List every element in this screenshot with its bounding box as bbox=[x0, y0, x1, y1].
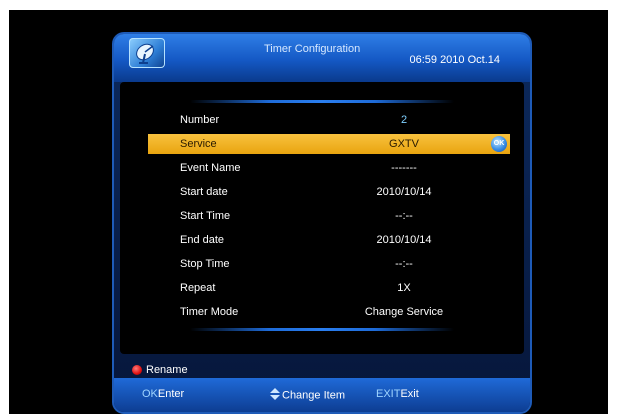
satellite-dish-icon bbox=[129, 38, 165, 68]
up-down-arrows-icon bbox=[270, 388, 280, 403]
top-separator bbox=[190, 100, 454, 103]
dialog-header: Timer Configuration 06:59 2010 Oct.14 bbox=[114, 34, 530, 82]
row-label: Start date bbox=[180, 186, 228, 198]
timer-configuration-dialog: Timer Configuration 06:59 2010 Oct.14 Nu… bbox=[112, 32, 532, 414]
change-item-label: Change Item bbox=[282, 389, 345, 402]
clock-display: 06:59 2010 Oct.14 bbox=[409, 54, 500, 66]
ok-key-label: OK bbox=[142, 388, 158, 400]
row-start-time[interactable]: Start Time --:-- bbox=[148, 206, 510, 226]
row-value: GXTV bbox=[389, 138, 419, 150]
ok-badge-icon[interactable]: OK bbox=[491, 136, 507, 152]
bottom-separator bbox=[190, 328, 454, 331]
ok-enter-hint[interactable]: OKEnter bbox=[142, 388, 184, 400]
row-label: End date bbox=[180, 234, 225, 246]
settings-area: Number 2 Service GXTV OK Event Name ----… bbox=[120, 82, 524, 354]
row-service[interactable]: Service GXTV OK bbox=[148, 134, 510, 154]
row-label: Service bbox=[180, 138, 217, 150]
change-item-hint[interactable]: Change Item bbox=[270, 388, 345, 403]
row-value: 2010/10/14 bbox=[376, 234, 432, 246]
exit-key-label: EXIT bbox=[376, 388, 401, 400]
row-value: ------- bbox=[391, 162, 417, 174]
rename-label: Rename bbox=[146, 364, 188, 376]
row-stop-time[interactable]: Stop Time --:-- bbox=[148, 254, 510, 274]
row-start-date[interactable]: Start date 2010/10/14 bbox=[148, 182, 510, 202]
row-end-date[interactable]: End date 2010/10/14 bbox=[148, 230, 510, 250]
key-hints-bar: OKEnter Change Item EXITExit bbox=[114, 378, 530, 412]
row-label: Stop Time bbox=[180, 258, 230, 270]
row-value: --:-- bbox=[395, 258, 413, 270]
row-repeat[interactable]: Repeat 1X bbox=[148, 278, 510, 298]
exit-label: Exit bbox=[400, 388, 419, 400]
red-button-icon bbox=[132, 365, 142, 375]
row-label: Repeat bbox=[180, 282, 216, 294]
exit-hint[interactable]: EXITExit bbox=[376, 388, 419, 400]
row-value: Change Service bbox=[364, 306, 444, 318]
row-value: 1X bbox=[397, 282, 411, 294]
row-label: Start Time bbox=[180, 210, 231, 222]
row-label: Timer Mode bbox=[180, 306, 239, 318]
row-label: Event Name bbox=[180, 162, 241, 174]
enter-label: Enter bbox=[157, 388, 185, 400]
rename-hint[interactable]: Rename bbox=[120, 360, 524, 380]
row-value: 2010/10/14 bbox=[376, 186, 432, 198]
row-timer-mode[interactable]: Timer Mode Change Service bbox=[148, 302, 510, 322]
row-label: Number bbox=[180, 114, 220, 126]
row-event-name[interactable]: Event Name ------- bbox=[148, 158, 510, 178]
row-number[interactable]: Number 2 bbox=[148, 110, 510, 130]
row-value: 2 bbox=[400, 114, 408, 126]
row-value: --:-- bbox=[395, 210, 413, 222]
dialog-title: Timer Configuration bbox=[264, 43, 361, 55]
